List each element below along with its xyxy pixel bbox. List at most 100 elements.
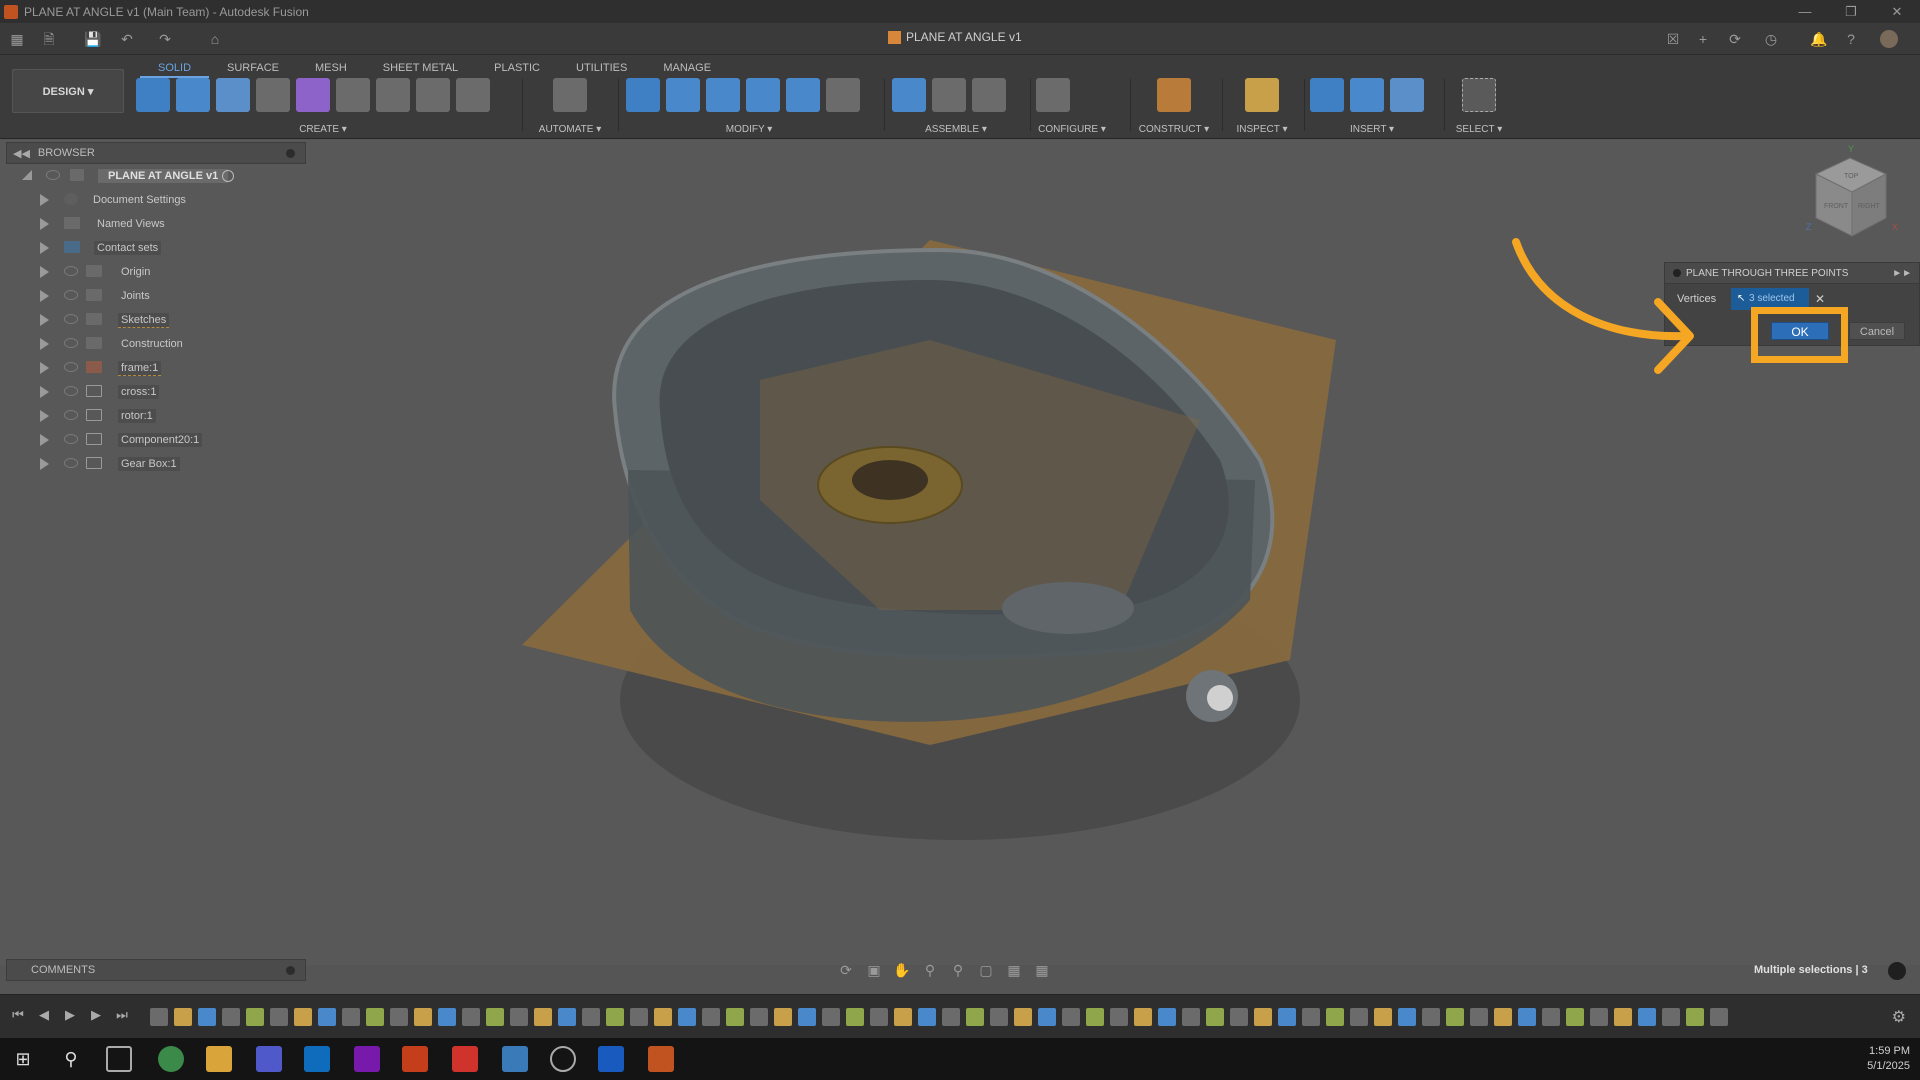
visibility-eye-icon[interactable] bbox=[64, 362, 78, 372]
visibility-eye-icon[interactable] bbox=[64, 410, 78, 420]
timeline-feature[interactable] bbox=[1710, 1008, 1728, 1026]
timeline-feature[interactable] bbox=[966, 1008, 984, 1026]
construct-label[interactable]: CONSTRUCT ▾ bbox=[1134, 124, 1214, 135]
timeline-feature[interactable] bbox=[1326, 1008, 1344, 1026]
timeline-feature[interactable] bbox=[534, 1008, 552, 1026]
timeline-feature[interactable] bbox=[1542, 1008, 1560, 1026]
search-icon[interactable]: ⚲ bbox=[58, 1046, 84, 1072]
document-tab[interactable]: PLANE AT ANGLE v1 bbox=[888, 30, 1022, 44]
canvas-icon[interactable] bbox=[1390, 78, 1424, 112]
timeline-feature[interactable] bbox=[1206, 1008, 1224, 1026]
visibility-eye-icon[interactable] bbox=[64, 290, 78, 300]
viewports-icon[interactable]: ▦ bbox=[1032, 960, 1052, 980]
new-component-icon[interactable] bbox=[136, 78, 170, 112]
start-icon[interactable]: ⊞ bbox=[10, 1046, 36, 1072]
timeline-settings-icon[interactable]: ⚙ bbox=[1892, 1007, 1906, 1027]
root-collapse-icon[interactable] bbox=[22, 170, 32, 180]
timeline-feature[interactable] bbox=[1254, 1008, 1272, 1026]
timeline-feature[interactable] bbox=[1158, 1008, 1176, 1026]
timeline-next-icon[interactable]: ▶ bbox=[88, 1007, 104, 1023]
powerpoint-icon[interactable] bbox=[402, 1046, 428, 1072]
timeline-feature[interactable] bbox=[1566, 1008, 1584, 1026]
visibility-eye-icon[interactable] bbox=[64, 386, 78, 396]
timeline-feature[interactable] bbox=[1086, 1008, 1104, 1026]
pattern-icon[interactable] bbox=[456, 78, 490, 112]
browser-item[interactable]: Component20:1 bbox=[6, 428, 306, 452]
timeline-feature[interactable] bbox=[1038, 1008, 1056, 1026]
timeline-feature[interactable] bbox=[270, 1008, 288, 1026]
tab-surface[interactable]: SURFACE bbox=[209, 58, 297, 78]
browser-item[interactable]: Joints bbox=[6, 284, 306, 308]
browser-item[interactable]: Document Settings bbox=[6, 188, 306, 212]
create-label[interactable]: CREATE ▾ bbox=[136, 124, 510, 135]
display-settings-icon[interactable]: ▢ bbox=[976, 960, 996, 980]
configure-label[interactable]: CONFIGURE ▾ bbox=[1036, 124, 1108, 135]
minimize-icon[interactable]: — bbox=[1782, 0, 1828, 23]
timeline-feature[interactable] bbox=[174, 1008, 192, 1026]
browser-item[interactable]: Construction bbox=[6, 332, 306, 356]
timeline-feature[interactable] bbox=[918, 1008, 936, 1026]
timeline-feature[interactable] bbox=[366, 1008, 384, 1026]
restore-icon[interactable]: ❐ bbox=[1828, 0, 1874, 23]
measure-icon[interactable] bbox=[1245, 78, 1279, 112]
assemble-label[interactable]: ASSEMBLE ▾ bbox=[892, 124, 1020, 135]
browser-header[interactable]: ◀◀ BROWSER bbox=[6, 142, 306, 164]
timeline-feature[interactable] bbox=[606, 1008, 624, 1026]
browser-item[interactable]: cross:1 bbox=[6, 380, 306, 404]
teams-icon[interactable] bbox=[256, 1046, 282, 1072]
automate-label[interactable]: AUTOMATE ▾ bbox=[530, 124, 610, 135]
comments-add-icon[interactable] bbox=[286, 966, 295, 975]
timeline-feature[interactable] bbox=[870, 1008, 888, 1026]
timeline-feature[interactable] bbox=[942, 1008, 960, 1026]
timeline-feature[interactable] bbox=[486, 1008, 504, 1026]
timeline-feature[interactable] bbox=[198, 1008, 216, 1026]
zoom-icon[interactable]: ⚲ bbox=[920, 960, 940, 980]
workspace-switcher[interactable]: DESIGN ▾ bbox=[12, 69, 124, 113]
timeline-track[interactable] bbox=[150, 1005, 1750, 1029]
home-icon[interactable]: ⌂ bbox=[206, 30, 224, 48]
timeline-feature[interactable] bbox=[1110, 1008, 1128, 1026]
expand-icon[interactable] bbox=[40, 362, 49, 374]
timeline-feature[interactable] bbox=[246, 1008, 264, 1026]
timeline-feature[interactable] bbox=[558, 1008, 576, 1026]
timeline-feature[interactable] bbox=[654, 1008, 672, 1026]
timeline-start-icon[interactable]: ⏮ bbox=[10, 1007, 26, 1023]
app-grid-icon[interactable]: ▦ bbox=[8, 30, 26, 48]
timeline-feature[interactable] bbox=[342, 1008, 360, 1026]
tab-solid[interactable]: SOLID bbox=[140, 58, 210, 78]
timeline-feature[interactable] bbox=[1638, 1008, 1656, 1026]
visibility-eye-icon[interactable] bbox=[64, 314, 78, 324]
collapse-icon[interactable]: ◀◀ bbox=[13, 147, 30, 160]
expand-icon[interactable] bbox=[40, 194, 49, 206]
timeline-feature[interactable] bbox=[510, 1008, 528, 1026]
timeline-feature[interactable] bbox=[990, 1008, 1008, 1026]
timeline-feature[interactable] bbox=[1134, 1008, 1152, 1026]
browser-item[interactable]: Contact sets bbox=[6, 236, 306, 260]
timeline-feature[interactable] bbox=[1350, 1008, 1368, 1026]
help-icon[interactable]: ? bbox=[1842, 30, 1860, 48]
timeline-feature[interactable] bbox=[774, 1008, 792, 1026]
timeline-feature[interactable] bbox=[582, 1008, 600, 1026]
visibility-eye-icon[interactable] bbox=[64, 266, 78, 276]
save-icon[interactable]: 💾 bbox=[84, 30, 102, 48]
configure-icon[interactable] bbox=[1036, 78, 1070, 112]
visibility-eye-icon[interactable] bbox=[64, 458, 78, 468]
expand-icon[interactable] bbox=[40, 434, 49, 446]
hole-icon[interactable] bbox=[376, 78, 410, 112]
pin-icon[interactable] bbox=[286, 149, 295, 158]
timeline-play-icon[interactable]: ▶ bbox=[62, 1007, 78, 1023]
press-pull-icon[interactable] bbox=[626, 78, 660, 112]
timeline-feature[interactable] bbox=[1278, 1008, 1296, 1026]
chat-icon[interactable] bbox=[1888, 962, 1906, 980]
modify-label[interactable]: MODIFY ▾ bbox=[626, 124, 872, 135]
timeline-feature[interactable] bbox=[1182, 1008, 1200, 1026]
timeline-feature[interactable] bbox=[1470, 1008, 1488, 1026]
timeline-feature[interactable] bbox=[846, 1008, 864, 1026]
notifications-icon[interactable]: 🔔 bbox=[1810, 30, 1828, 48]
timeline-feature[interactable] bbox=[798, 1008, 816, 1026]
chamfer-icon[interactable] bbox=[706, 78, 740, 112]
outlook-icon[interactable] bbox=[304, 1046, 330, 1072]
shell-icon[interactable] bbox=[746, 78, 780, 112]
avatar[interactable] bbox=[1880, 30, 1898, 48]
timeline-end-icon[interactable]: ⏭ bbox=[114, 1007, 130, 1023]
